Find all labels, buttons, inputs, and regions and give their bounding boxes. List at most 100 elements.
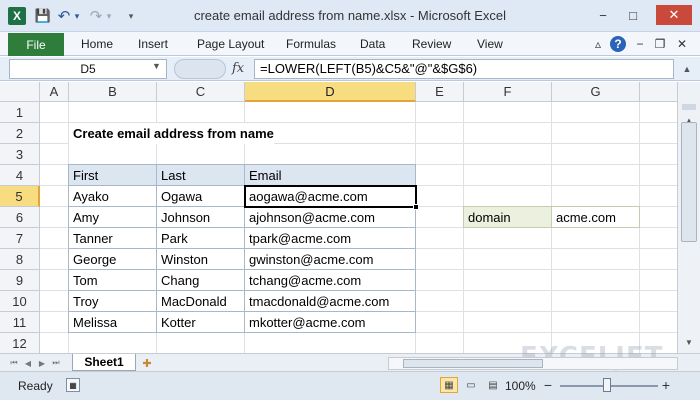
domain-label-cell[interactable]: domain bbox=[464, 207, 552, 228]
cell-email[interactable]: tpark@acme.com bbox=[245, 228, 416, 249]
name-box-dropdown-icon[interactable]: ▼ bbox=[152, 61, 161, 71]
tab-review[interactable]: Review bbox=[412, 37, 451, 51]
last-sheet-icon[interactable]: ⏭ bbox=[50, 357, 62, 369]
vertical-scroll-thumb[interactable] bbox=[681, 122, 697, 242]
formula-buttons bbox=[174, 59, 226, 79]
cell-last[interactable]: Park bbox=[157, 228, 245, 249]
cell-first[interactable]: Troy bbox=[69, 291, 157, 312]
customize-qat-icon[interactable]: ▾ bbox=[124, 6, 138, 26]
doc-restore-button[interactable]: ❐ bbox=[652, 36, 668, 52]
row-header-8[interactable]: 8 bbox=[0, 249, 40, 270]
undo-icon[interactable]: ↶ bbox=[56, 6, 72, 26]
tab-home[interactable]: Home bbox=[81, 37, 113, 51]
scroll-down-icon[interactable]: ▼ bbox=[681, 334, 697, 350]
table-header-email[interactable]: Email bbox=[245, 165, 416, 186]
first-sheet-icon[interactable]: ⏮ bbox=[8, 357, 20, 369]
domain-value-cell[interactable]: acme.com bbox=[552, 207, 640, 228]
tab-file[interactable]: File bbox=[8, 33, 64, 56]
row-header-1[interactable]: 1 bbox=[0, 102, 40, 123]
row-header-9[interactable]: 9 bbox=[0, 270, 40, 291]
column-header-f[interactable]: F bbox=[464, 82, 552, 102]
cell-first[interactable]: Amy bbox=[69, 207, 157, 228]
normal-view-icon[interactable]: ▦ bbox=[440, 377, 458, 393]
row-header-11[interactable]: 11 bbox=[0, 312, 40, 333]
horizontal-scroll-thumb[interactable] bbox=[403, 359, 543, 368]
tab-formulas[interactable]: Formulas bbox=[286, 37, 336, 51]
undo-dropdown-icon[interactable]: ▾ bbox=[72, 6, 82, 26]
doc-close-button[interactable]: ✕ bbox=[674, 36, 690, 52]
sheet-tab-sheet1[interactable]: Sheet1 bbox=[72, 354, 136, 371]
column-header-e[interactable]: E bbox=[416, 82, 464, 102]
doc-minimize-button[interactable]: − bbox=[632, 36, 648, 52]
cell-last[interactable]: Winston bbox=[157, 249, 245, 270]
row-header-3[interactable]: 3 bbox=[0, 144, 40, 165]
minimize-ribbon-icon[interactable]: ▵ bbox=[590, 36, 606, 52]
zoom-level[interactable]: 100% bbox=[505, 379, 536, 393]
save-icon[interactable]: 💾 bbox=[34, 6, 52, 26]
maximize-button[interactable]: □ bbox=[622, 5, 644, 25]
worksheet-grid[interactable]: A B C D E F G 1 2 3 4 5 6 7 8 9 10 11 12… bbox=[0, 82, 677, 353]
cell-email[interactable]: gwinston@acme.com bbox=[245, 249, 416, 270]
fill-handle[interactable] bbox=[413, 204, 419, 210]
row-header-5[interactable]: 5 bbox=[0, 186, 40, 207]
active-cell-d5[interactable] bbox=[244, 185, 417, 208]
row-header-4[interactable]: 4 bbox=[0, 165, 40, 186]
column-header-g[interactable]: G bbox=[552, 82, 640, 102]
tab-insert[interactable]: Insert bbox=[138, 37, 168, 51]
excel-app-icon[interactable]: X bbox=[8, 7, 26, 25]
cell-last[interactable]: Kotter bbox=[157, 312, 245, 333]
column-header-h[interactable] bbox=[640, 82, 677, 102]
cell-first[interactable]: George bbox=[69, 249, 157, 270]
page-break-view-icon[interactable]: ▤ bbox=[484, 377, 502, 393]
row-header-12[interactable]: 12 bbox=[0, 333, 40, 353]
horizontal-scrollbar[interactable] bbox=[388, 357, 678, 370]
cell-first[interactable]: Melissa bbox=[69, 312, 157, 333]
column-header-a[interactable]: A bbox=[40, 82, 69, 102]
vertical-scrollbar[interactable]: ▲ ▼ bbox=[677, 82, 700, 353]
redo-dropdown-icon[interactable]: ▾ bbox=[104, 6, 114, 26]
page-layout-view-icon[interactable]: ▭ bbox=[462, 377, 480, 393]
insert-sheet-icon[interactable]: ✚ bbox=[138, 356, 156, 370]
cell-last[interactable]: MacDonald bbox=[157, 291, 245, 312]
close-button[interactable]: ✕ bbox=[656, 5, 692, 25]
name-box[interactable]: D5 bbox=[9, 59, 167, 79]
cell-email[interactable]: tmacdonald@acme.com bbox=[245, 291, 416, 312]
row-header-10[interactable]: 10 bbox=[0, 291, 40, 312]
row-header-6[interactable]: 6 bbox=[0, 207, 40, 228]
expand-formula-bar-icon[interactable]: ▲ bbox=[678, 59, 696, 79]
redo-icon[interactable]: ↷ bbox=[88, 6, 104, 26]
cell-last[interactable]: Johnson bbox=[157, 207, 245, 228]
prev-sheet-icon[interactable]: ◀ bbox=[22, 357, 34, 369]
next-sheet-icon[interactable]: ▶ bbox=[36, 357, 48, 369]
tab-data[interactable]: Data bbox=[360, 37, 385, 51]
status-bar: Ready ▦ ▦ ▭ ▤ 100% − + bbox=[0, 371, 700, 400]
cell-last[interactable]: Chang bbox=[157, 270, 245, 291]
zoom-slider-thumb[interactable] bbox=[603, 378, 611, 392]
help-icon[interactable]: ? bbox=[610, 36, 626, 52]
cell-last[interactable]: Ogawa bbox=[157, 186, 245, 207]
zoom-out-icon[interactable]: − bbox=[540, 377, 556, 393]
zoom-in-icon[interactable]: + bbox=[658, 377, 674, 393]
row-header-2[interactable]: 2 bbox=[0, 123, 40, 144]
tab-view[interactable]: View bbox=[477, 37, 503, 51]
select-all-corner[interactable] bbox=[0, 82, 40, 102]
table-header-last[interactable]: Last bbox=[157, 165, 245, 186]
minimize-button[interactable]: − bbox=[592, 5, 614, 25]
cell-email[interactable]: mkotter@acme.com bbox=[245, 312, 416, 333]
column-header-b[interactable]: B bbox=[69, 82, 157, 102]
cell-first[interactable]: Tanner bbox=[69, 228, 157, 249]
column-header-d[interactable]: D bbox=[245, 82, 416, 102]
formula-input[interactable]: =LOWER(LEFT(B5)&C5&"@"&$G$6) bbox=[254, 59, 674, 79]
split-box[interactable] bbox=[682, 104, 696, 110]
table-header-first[interactable]: First bbox=[69, 165, 157, 186]
macro-record-icon[interactable]: ▦ bbox=[66, 378, 80, 392]
cell-first[interactable]: Ayako bbox=[69, 186, 157, 207]
tab-page-layout[interactable]: Page Layout bbox=[197, 37, 264, 51]
row-header-7[interactable]: 7 bbox=[0, 228, 40, 249]
cell-first[interactable]: Tom bbox=[69, 270, 157, 291]
cell-email[interactable]: ajohnson@acme.com bbox=[245, 207, 416, 228]
insert-function-icon[interactable]: fx bbox=[232, 61, 244, 76]
sheet-title[interactable]: Create email address from name bbox=[69, 123, 274, 144]
column-header-c[interactable]: C bbox=[157, 82, 245, 102]
cell-email[interactable]: tchang@acme.com bbox=[245, 270, 416, 291]
